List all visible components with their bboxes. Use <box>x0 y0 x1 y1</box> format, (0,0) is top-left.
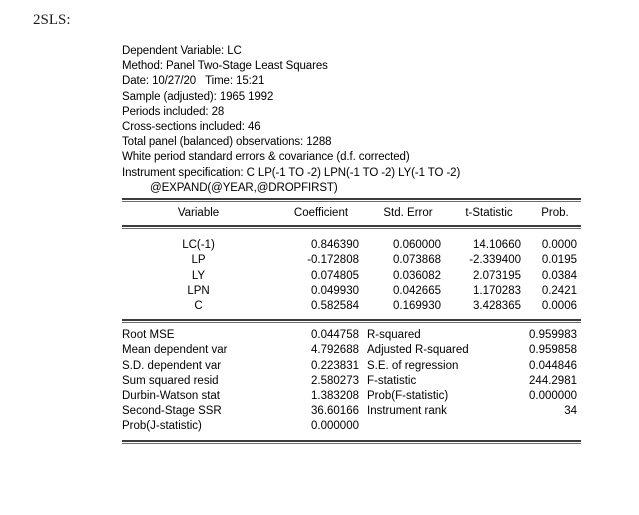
summary-value-left: 1.383208 <box>311 390 359 403</box>
cell-variable: LPN <box>187 284 210 297</box>
cell-variable: LC(-1) <box>182 239 215 252</box>
table-row: LP -0.172808 0.073868 -2.339400 0.0195 <box>122 253 581 268</box>
output-header-line: Dependent Variable: LC <box>122 45 242 57</box>
section-caption: 2SLS: <box>33 12 71 28</box>
cell-t-statistic: 2.073195 <box>473 269 521 282</box>
cell-std-error: 0.042665 <box>393 284 441 297</box>
output-header-line: Date: 10/27/20 Time: 15:21 <box>122 75 265 88</box>
cell-std-error: 0.073868 <box>393 254 441 267</box>
cell-coefficient: 0.582584 <box>311 300 359 313</box>
table-row: LC(-1) 0.846390 0.060000 14.10660 0.0000 <box>122 238 581 253</box>
output-header-line: Method: Panel Two-Stage Least Squares <box>122 60 328 73</box>
summary-row: Sum squared resid 2.580273 F-statistic 244.… <box>122 374 581 389</box>
summary-label-left: Prob(J-statistic) <box>122 420 202 433</box>
coefficients-table: Variable Coefficient Std. Error t-Statis… <box>122 202 581 225</box>
table-spacer <box>122 229 581 238</box>
summary-value-left: 2.580273 <box>311 374 359 387</box>
cell-std-error: 0.060000 <box>393 239 441 252</box>
summary-label-right: Adjusted R-squared <box>367 344 469 357</box>
summary-label-right: S.E. of regression <box>367 359 459 372</box>
eviews-regression-output: Dependent Variable: LC Method: Panel Two-… <box>122 44 581 444</box>
summary-row: Root MSE 0.044758 R-squared 0.959983 <box>122 328 581 343</box>
summary-value-right: 34 <box>564 405 577 418</box>
summary-label-right <box>367 419 506 434</box>
summary-row: Mean dependent var 4.792688 Adjusted R-squ… <box>122 343 581 358</box>
column-header-coefficient: Coefficient <box>293 207 349 220</box>
output-header-line: Instrument specification: C LP(-1 TO -2)… <box>122 166 461 179</box>
summary-row: Second-Stage SSR 36.60166 Instrument rank 3… <box>122 404 581 419</box>
cell-coefficient: 0.846390 <box>311 239 359 252</box>
coefficients-body: LC(-1) 0.846390 0.060000 14.10660 0.0000 LP -0… <box>122 229 581 319</box>
cell-coefficient: 0.049930 <box>311 284 359 297</box>
cell-t-statistic: -2.339400 <box>469 254 521 267</box>
table-row: C 0.582584 0.169930 3.428365 0.0006 <box>122 299 581 314</box>
cell-coefficient: 0.074805 <box>311 269 359 282</box>
summary-value-left: 0.223831 <box>311 359 359 372</box>
summary-value-right: 0.000000 <box>529 390 577 403</box>
summary-label-left: Root MSE <box>122 329 175 342</box>
summary-statistics-table: Root MSE 0.044758 R-squared 0.959983 Mean de… <box>122 323 581 439</box>
output-header-line: White period standard errors & covarianc… <box>122 151 410 164</box>
summary-value-right: 0.044846 <box>529 359 577 372</box>
summary-value-right: 0.959983 <box>529 329 577 342</box>
summary-value-right: 0.959858 <box>529 344 577 357</box>
cell-prob: 0.0006 <box>541 300 577 313</box>
summary-row: S.D. dependent var 0.223831 S.E. of regres… <box>122 359 581 374</box>
summary-label-left: Durbin-Watson stat <box>122 390 220 403</box>
cell-variable: C <box>194 300 203 313</box>
output-header-line: Total panel (balanced) observations: 128… <box>122 136 332 149</box>
cell-prob: 0.2421 <box>541 284 577 297</box>
summary-label-left: Mean dependent var <box>122 344 228 357</box>
cell-t-statistic: 14.10660 <box>473 239 521 252</box>
cell-t-statistic: 3.428365 <box>473 300 521 313</box>
cell-std-error: 0.169930 <box>393 300 441 313</box>
summary-value-left: 36.60166 <box>311 405 359 418</box>
column-header-prob: Prob. <box>541 207 569 220</box>
cell-prob: 0.0384 <box>541 269 577 282</box>
output-header-line: Cross-sections included: 46 <box>122 121 261 134</box>
output-header-line: Periods included: 28 <box>122 105 225 118</box>
summary-row: Durbin-Watson stat 1.383208 Prob(F-statist… <box>122 389 581 404</box>
summary-label-right: F-statistic <box>367 374 417 387</box>
summary-label-right: Prob(F-statistic) <box>367 390 449 403</box>
summary-value-right <box>506 419 581 434</box>
summary-label-right: R-squared <box>367 329 421 342</box>
table-bottom-rule <box>122 439 581 444</box>
column-header-std-error: Std. Error <box>383 207 433 220</box>
cell-t-statistic: 1.170283 <box>473 284 521 297</box>
cell-variable: LP <box>191 254 206 267</box>
coefficients-table-header-row: Variable Coefficient Std. Error t-Statis… <box>122 202 581 225</box>
table-row: LY 0.074805 0.036082 2.073195 0.0384 <box>122 269 581 284</box>
summary-label-left: S.D. dependent var <box>122 359 222 372</box>
cell-variable: LY <box>191 269 206 282</box>
cell-prob: 0.0195 <box>541 254 577 267</box>
summary-value-left: 4.792688 <box>311 344 359 357</box>
spacer-cell <box>122 229 581 238</box>
output-header-line: @EXPAND(@YEAR,@DROPFIRST) <box>150 181 338 194</box>
summary-row: Prob(J-statistic) 0.000000 <box>122 419 581 434</box>
summary-value-left: 0.000000 <box>311 420 359 433</box>
output-header-block: Dependent Variable: LC Method: Panel Two-… <box>122 44 581 198</box>
summary-value-left: 0.044758 <box>311 329 359 342</box>
cell-std-error: 0.036082 <box>393 269 441 282</box>
summary-value-right: 244.2981 <box>529 374 577 387</box>
table-row: LPN 0.049930 0.042665 1.170283 0.2421 <box>122 284 581 299</box>
output-header-line: Sample (adjusted): 1965 1992 <box>122 90 274 103</box>
column-header-t-statistic: t-Statistic <box>465 207 513 220</box>
column-header-variable: Variable <box>177 207 220 220</box>
summary-label-right: Instrument rank <box>367 405 447 418</box>
cell-coefficient: -0.172808 <box>307 254 359 267</box>
cell-prob: 0.0000 <box>541 239 577 252</box>
summary-label-left: Second-Stage SSR <box>122 405 222 418</box>
summary-label-left: Sum squared resid <box>122 374 219 387</box>
